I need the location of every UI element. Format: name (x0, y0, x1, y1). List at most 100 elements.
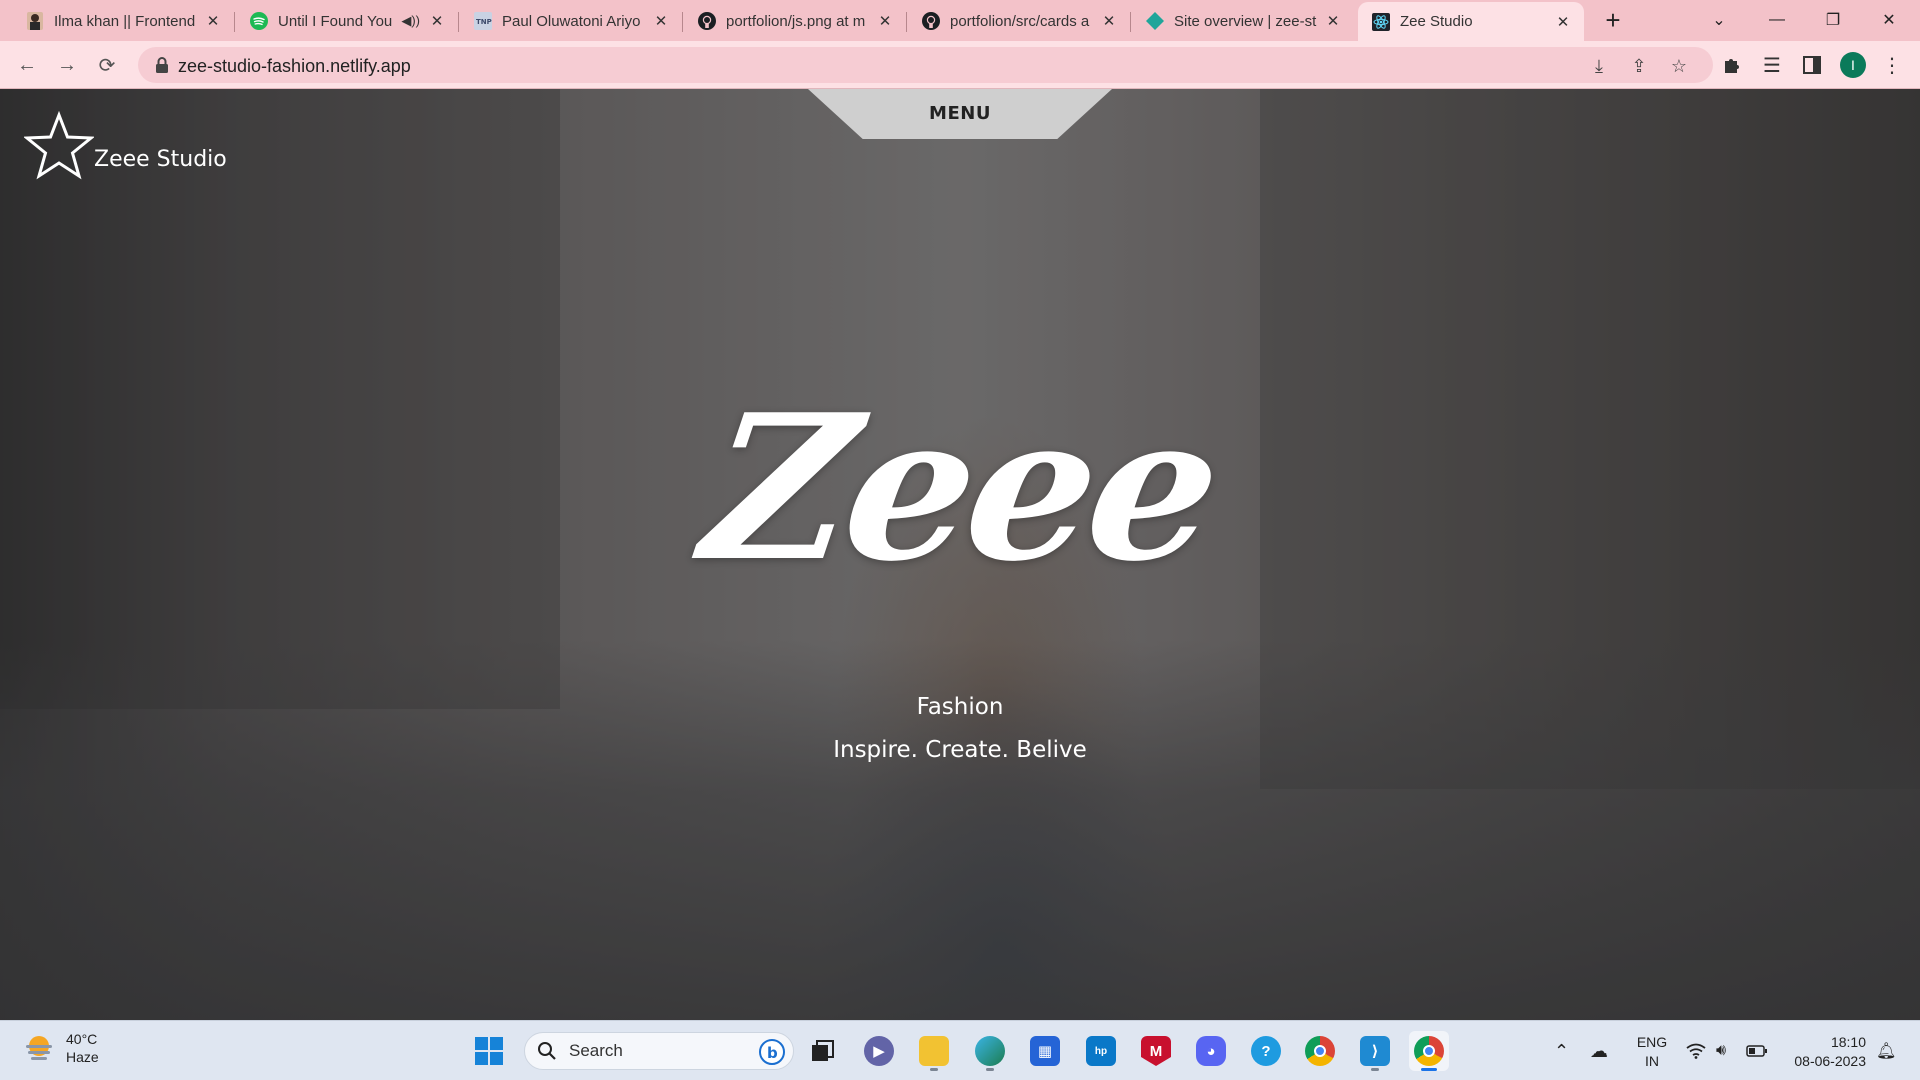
mcafee-app[interactable]: M (1136, 1031, 1176, 1071)
running-indicator (1371, 1068, 1379, 1071)
language-region: IN (1645, 1053, 1659, 1069)
show-hidden-icons-chevron[interactable]: ⌃ (1554, 1021, 1569, 1080)
install-app-icon[interactable]: ⤓ (1588, 55, 1610, 77)
github-icon (698, 12, 716, 30)
system-clock[interactable]: 18:10 08-06-2023 (1786, 1033, 1866, 1071)
bookmark-star-icon[interactable]: ☆ (1668, 55, 1690, 77)
tab-separator (682, 12, 683, 32)
wifi-icon[interactable] (1686, 1021, 1706, 1080)
svg-text:b: b (767, 1044, 778, 1062)
notification-bell-icon[interactable]: 🔔︎ (1876, 1021, 1896, 1080)
close-tab-icon[interactable]: ✕ (1100, 12, 1118, 30)
running-indicator (930, 1068, 938, 1071)
close-tab-icon[interactable]: ✕ (428, 12, 446, 30)
bing-icon[interactable]: b (759, 1039, 785, 1065)
close-tab-icon[interactable]: ✕ (876, 12, 894, 30)
extensions-puzzle-icon[interactable] (1720, 53, 1744, 77)
help-app[interactable]: ? (1246, 1031, 1286, 1071)
spotify-icon (250, 12, 268, 30)
share-icon[interactable]: ⇪ (1628, 55, 1650, 77)
tab-separator (1130, 12, 1131, 32)
search-placeholder: Search (569, 1041, 623, 1060)
taskbar-search[interactable]: Search b (524, 1032, 794, 1070)
tab-portfolion-js[interactable]: portfolion/js.png at m ✕ (684, 2, 907, 40)
vscode-icon: ⟩ (1360, 1036, 1390, 1066)
tab-paul-ariyo[interactable]: TNP Paul Oluwatoni Ariyo ✕ (460, 2, 683, 40)
hero-title-wrap: Zeee (0, 371, 1920, 606)
hero-tagline: Inspire. Create. Belive (833, 737, 1087, 763)
restore-window-button[interactable]: ❐ (1810, 4, 1856, 36)
tab-until-i-found-you[interactable]: Until I Found You ◀)) ✕ (236, 2, 459, 40)
haze-sun-icon (26, 1036, 52, 1060)
close-tab-icon[interactable]: ✕ (652, 12, 670, 30)
minimize-window-button[interactable]: — (1754, 4, 1800, 36)
tab-title: Until I Found You (278, 12, 393, 30)
tab-separator (234, 12, 235, 32)
tab-site-overview[interactable]: Site overview | zee-st ✕ (1132, 2, 1354, 40)
search-icon (538, 1042, 556, 1060)
tab-search-chevron-icon[interactable]: ⌄ (1696, 4, 1742, 36)
browser-toolbar: ← → ⟳ zee-studio-fashion.netlify.app ⤓ ⇪… (0, 41, 1920, 89)
tab-title: Site overview | zee-st (1174, 12, 1317, 30)
tab-title: Zee Studio (1400, 13, 1473, 30)
site-logo[interactable]: Zeee Studio (24, 111, 227, 181)
browser-tab-strip: Ilma khan || Frontend ✕ Until I Found Yo… (0, 0, 1920, 41)
battery-icon[interactable] (1746, 1021, 1768, 1080)
profile-avatar[interactable]: I (1840, 52, 1866, 78)
address-bar[interactable]: zee-studio-fashion.netlify.app ⤓ ⇪ ☆ (138, 47, 1713, 83)
myhp-app[interactable]: hp (1081, 1031, 1121, 1071)
chrome-app-active[interactable] (1409, 1031, 1449, 1071)
discord-icon: ◕ (1196, 1036, 1226, 1066)
volume-icon[interactable]: 🔊︎ (1716, 1021, 1726, 1080)
media-queue-icon[interactable]: ☰ (1760, 53, 1784, 77)
hero-subtitle: Fashion (916, 694, 1004, 720)
windows-logo-icon (475, 1037, 503, 1065)
edge-browser-app[interactable] (970, 1031, 1010, 1071)
hero-section: MENU Zeee Studio Zeee Fashion Inspire. C… (0, 89, 1920, 1020)
teams-chat-app[interactable]: ▶ (859, 1031, 899, 1071)
speaker-muted-icon[interactable]: ◀)) (401, 13, 420, 29)
forward-arrow-icon[interactable]: → (52, 50, 82, 80)
chrome-icon (1305, 1036, 1335, 1066)
tab-separator (906, 12, 907, 32)
mcafee-shield-icon: M (1141, 1036, 1171, 1066)
weather-description: Haze (66, 1049, 99, 1065)
close-window-button[interactable]: ✕ (1866, 4, 1912, 36)
star-logo-icon (24, 111, 94, 180)
hero-title: Zeee (691, 371, 1229, 606)
taskbar: 40°C Haze Search b ▶ ▦ hp M ◕ ? ⟩ ⌃ ☁ EN… (0, 1020, 1920, 1080)
language-indicator[interactable]: ENG IN (1634, 1033, 1670, 1071)
tab-title: Ilma khan || Frontend (54, 12, 196, 30)
discord-app[interactable]: ◕ (1191, 1031, 1231, 1071)
tab-zee-studio[interactable]: Zee Studio ✕ (1358, 2, 1584, 41)
active-indicator (1421, 1068, 1437, 1071)
clock-time: 18:10 (1830, 1034, 1866, 1050)
new-tab-button[interactable]: + (1598, 6, 1628, 36)
more-menu-icon[interactable]: ⋮ (1880, 53, 1904, 77)
help-icon: ? (1251, 1036, 1281, 1066)
weather-widget[interactable]: 40°C Haze (22, 1030, 99, 1066)
microsoft-store-app[interactable]: ▦ (1025, 1031, 1065, 1071)
tab-title: portfolion/src/cards a (950, 12, 1090, 30)
tab-title: Paul Oluwatoni Ariyo (502, 12, 641, 30)
close-tab-icon[interactable]: ✕ (1554, 13, 1572, 31)
myhp-icon: hp (1086, 1036, 1116, 1066)
close-tab-icon[interactable]: ✕ (204, 12, 222, 30)
file-explorer-app[interactable] (914, 1031, 954, 1071)
tnp-logo-icon: TNP (474, 12, 492, 30)
reload-icon[interactable]: ⟳ (92, 50, 122, 80)
lock-icon[interactable] (152, 55, 172, 75)
back-arrow-icon[interactable]: ← (12, 50, 42, 80)
url-text[interactable]: zee-studio-fashion.netlify.app (178, 56, 411, 77)
side-panel-icon[interactable] (1800, 53, 1824, 77)
onedrive-cloud-icon[interactable]: ☁ (1590, 1021, 1608, 1080)
start-button[interactable] (469, 1031, 509, 1071)
tab-portfolion-cards[interactable]: portfolion/src/cards a ✕ (908, 2, 1131, 40)
chrome-icon (1414, 1036, 1444, 1066)
tab-ilma-khan[interactable]: Ilma khan || Frontend ✕ (12, 2, 235, 40)
vscode-app[interactable]: ⟩ (1355, 1031, 1395, 1071)
store-icon: ▦ (1030, 1036, 1060, 1066)
close-tab-icon[interactable]: ✕ (1324, 12, 1342, 30)
chrome-app-1[interactable] (1300, 1031, 1340, 1071)
task-view-button[interactable] (803, 1031, 843, 1071)
